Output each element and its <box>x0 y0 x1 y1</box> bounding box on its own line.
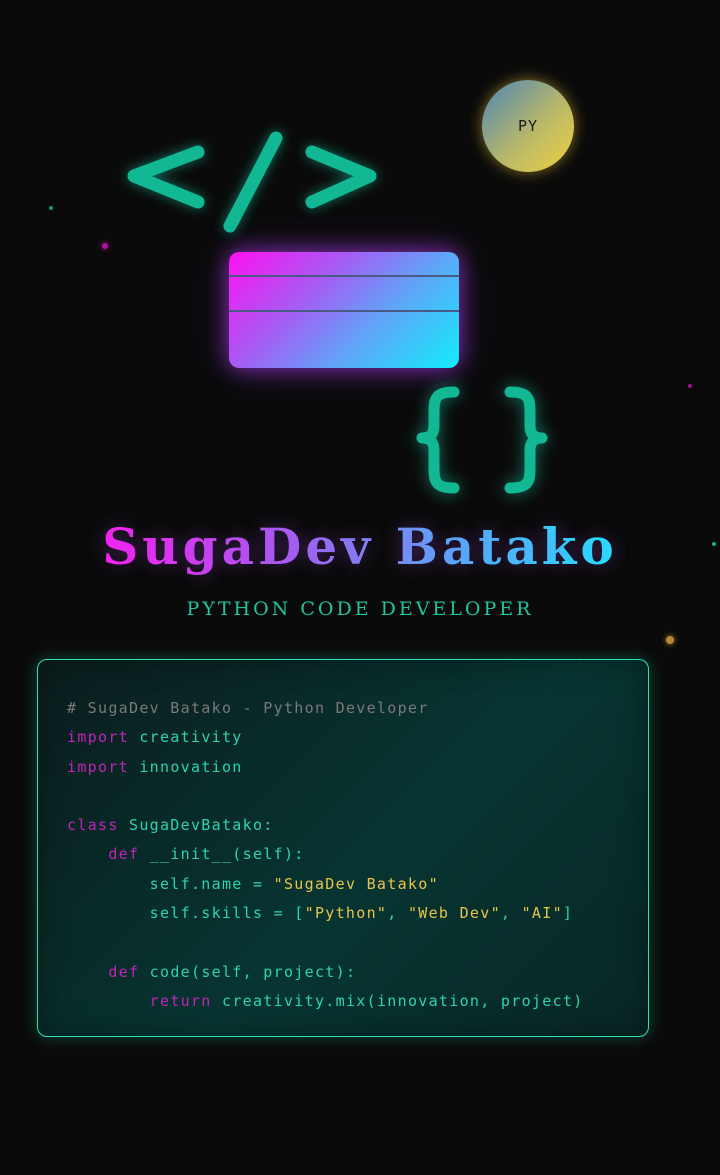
particle <box>688 384 692 388</box>
particle <box>666 636 674 644</box>
code-line: def code(self, project): <box>67 958 584 987</box>
developer-subtitle: PYTHON CODE DEVELOPER <box>186 598 534 620</box>
python-badge-label: PY <box>517 117 539 135</box>
python-badge-icon: PY <box>482 80 574 172</box>
code-token: , <box>500 904 522 923</box>
braces-icon <box>412 380 552 500</box>
code-line: self.name = "SugaDev Batako" <box>67 870 584 899</box>
code-token: "AI" <box>521 904 563 923</box>
screen-divider <box>229 310 459 312</box>
code-token: "SugaDev Batako" <box>273 874 439 893</box>
code-token: return <box>149 991 212 1010</box>
code-token: def <box>108 845 140 864</box>
code-line: import creativity <box>67 723 584 752</box>
code-token: import <box>67 728 129 747</box>
code-line: return creativity.mix(innovation, projec… <box>67 987 584 1016</box>
code-token: ] <box>562 904 574 923</box>
code-card: # SugaDev Batako - Python Developer impor… <box>37 659 649 1037</box>
code-token: self.skills = [ <box>67 904 305 923</box>
code-block: # SugaDev Batako - Python Developer impor… <box>67 694 584 1016</box>
code-line: class SugaDevBatako: <box>67 811 584 840</box>
code-tag-icon <box>120 124 390 244</box>
developer-name-text: SugaDev Batako <box>102 517 618 576</box>
code-line: # SugaDev Batako - Python Developer <box>67 694 584 723</box>
particle <box>49 206 53 210</box>
code-token: code(self, project): <box>139 962 357 981</box>
developer-name: SugaDev Batako <box>0 515 720 579</box>
code-token: __init__(self): <box>139 845 305 864</box>
code-token: creativity.mix(innovation, project) <box>211 991 584 1010</box>
code-token: innovation <box>129 757 243 776</box>
code-token: class <box>67 816 119 835</box>
code-token: self.name = <box>67 874 274 893</box>
code-line: def __init__(self): <box>67 840 584 869</box>
code-token: "Python" <box>304 904 388 923</box>
code-token: # SugaDev Batako - Python Developer <box>67 699 429 717</box>
code-token: import <box>67 757 129 776</box>
code-token: def <box>108 962 140 981</box>
code-line: import innovation <box>67 753 584 782</box>
code-token: , <box>387 904 408 923</box>
code-token: "Web Dev" <box>407 904 501 923</box>
particle <box>102 243 108 249</box>
screen-icon <box>229 252 459 368</box>
code-line: self.skills = ["Python", "Web Dev", "AI"… <box>67 899 584 928</box>
code-token: SugaDevBatako: <box>118 816 274 835</box>
screen-divider <box>229 275 459 277</box>
code-token: creativity <box>129 728 243 747</box>
